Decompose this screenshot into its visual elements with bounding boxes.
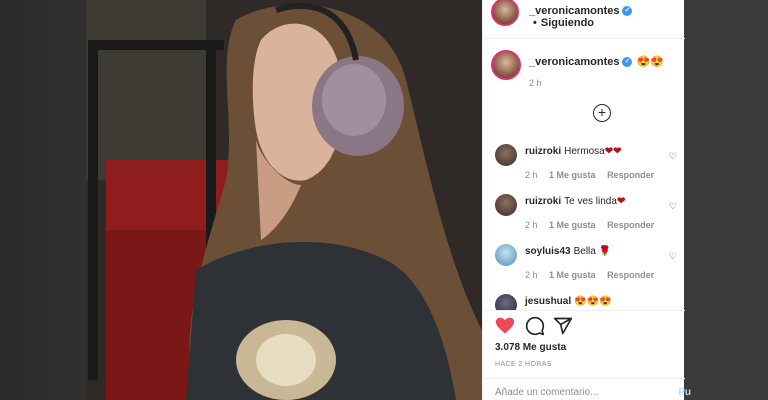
comment-text: Hermosa xyxy=(564,146,605,157)
header-avatar[interactable] xyxy=(491,0,519,26)
caption-username[interactable]: _veronicamontes xyxy=(529,56,619,68)
post-photo[interactable] xyxy=(86,0,482,400)
commenter-avatar[interactable] xyxy=(495,244,517,266)
comment-username[interactable]: ruizroki xyxy=(525,146,561,157)
comment-line: soyluis43 Bella 🌹 xyxy=(525,246,611,257)
header-divider xyxy=(483,38,685,39)
comment-username[interactable]: ruizroki xyxy=(525,196,561,207)
like-count[interactable]: 3.078 Me gusta xyxy=(495,342,566,353)
plus-circle-icon[interactable]: + xyxy=(593,104,611,122)
commenter-avatar[interactable] xyxy=(495,144,517,166)
comment-time[interactable]: 2 h xyxy=(525,270,538,280)
caption-avatar[interactable] xyxy=(491,50,521,80)
caption-line: _veronicamontes ✓ 😍😍 xyxy=(529,55,664,68)
heart-outline-icon[interactable]: ♡ xyxy=(669,151,677,162)
comment-emoji: ❤❤ xyxy=(604,146,622,157)
comment-time[interactable]: 2 h xyxy=(525,170,538,180)
comment-item: jesushual 😍😍😍 xyxy=(491,290,685,310)
verified-badge-icon: ✓ xyxy=(622,6,633,17)
comment-line: ruizroki Te ves linda❤ xyxy=(525,196,625,207)
header-separator: • xyxy=(533,17,537,29)
commenter-avatar[interactable] xyxy=(495,194,517,216)
comment-item: soyluis43 Bella 🌹 2 h 1 Me gusta Responder… xyxy=(491,240,685,290)
header-username-line: _veronicamontes ✓ • Siguiendo xyxy=(529,5,684,29)
comment-text: 😍😍😍 xyxy=(574,296,612,307)
comment-line: ruizroki Hermosa❤❤ xyxy=(525,146,621,157)
heart-filled-icon[interactable] xyxy=(495,316,515,336)
caption-timestamp[interactable]: 2 h xyxy=(529,78,542,88)
comment-text: Te ves linda xyxy=(564,196,617,207)
publish-button[interactable]: Pu xyxy=(678,387,691,398)
comment-emoji: 🌹 xyxy=(598,246,612,257)
comment-bubble-icon[interactable] xyxy=(525,316,545,336)
comment-text: Bella xyxy=(573,246,596,257)
commenter-avatar[interactable] xyxy=(495,294,517,310)
caption-text: 😍😍 xyxy=(636,56,664,68)
post-actions xyxy=(491,316,681,340)
comment-meta: 2 h 1 Me gusta Responder xyxy=(525,220,663,230)
paper-plane-icon[interactable] xyxy=(553,316,573,336)
header-username[interactable]: _veronicamontes xyxy=(529,5,619,17)
comment-item: ruizroki Hermosa❤❤ 2 h 1 Me gusta Respond… xyxy=(491,140,685,190)
post-caption: _veronicamontes ✓ 😍😍 2 h xyxy=(491,50,681,94)
comment-username[interactable]: jesushual xyxy=(525,296,571,307)
photo-illustration xyxy=(86,0,482,400)
actions-divider xyxy=(483,310,685,311)
comment-list: ruizroki Hermosa❤❤ 2 h 1 Me gusta Respond… xyxy=(491,140,685,310)
heart-outline-icon[interactable]: ♡ xyxy=(669,201,677,212)
comment-meta: 2 h 1 Me gusta Responder xyxy=(525,270,663,280)
post-side-panel: _veronicamontes ✓• Siguiendo _veronicamont… xyxy=(482,0,691,400)
comment-meta: 2 h 1 Me gusta Responder xyxy=(525,170,663,180)
comment-like-count[interactable]: 1 Me gusta xyxy=(549,270,596,280)
verified-badge-icon: ✓ xyxy=(622,57,633,68)
post-timestamp[interactable]: HACE 2 HORAS xyxy=(495,361,552,368)
comment-like-count[interactable]: 1 Me gusta xyxy=(549,170,596,180)
comment-username[interactable]: soyluis43 xyxy=(525,246,571,257)
comment-time[interactable]: 2 h xyxy=(525,220,538,230)
post-header: _veronicamontes ✓ • Siguiendo xyxy=(483,0,684,29)
comment-line: jesushual 😍😍😍 xyxy=(525,296,612,307)
comment-emoji: ❤ xyxy=(616,196,626,207)
comment-like-count[interactable]: 1 Me gusta xyxy=(549,220,596,230)
add-comment-bar: Pu xyxy=(483,378,691,400)
reply-button[interactable]: Responder xyxy=(607,220,654,230)
following-button[interactable]: Siguiendo xyxy=(541,17,594,29)
reply-button[interactable]: Responder xyxy=(607,270,654,280)
comment-item: ruizroki Te ves linda❤ 2 h 1 Me gusta Res… xyxy=(491,190,685,240)
reply-button[interactable]: Responder xyxy=(607,170,654,180)
page-backdrop-right xyxy=(684,0,768,400)
comment-input[interactable] xyxy=(495,387,645,398)
heart-outline-icon[interactable]: ♡ xyxy=(669,251,677,262)
